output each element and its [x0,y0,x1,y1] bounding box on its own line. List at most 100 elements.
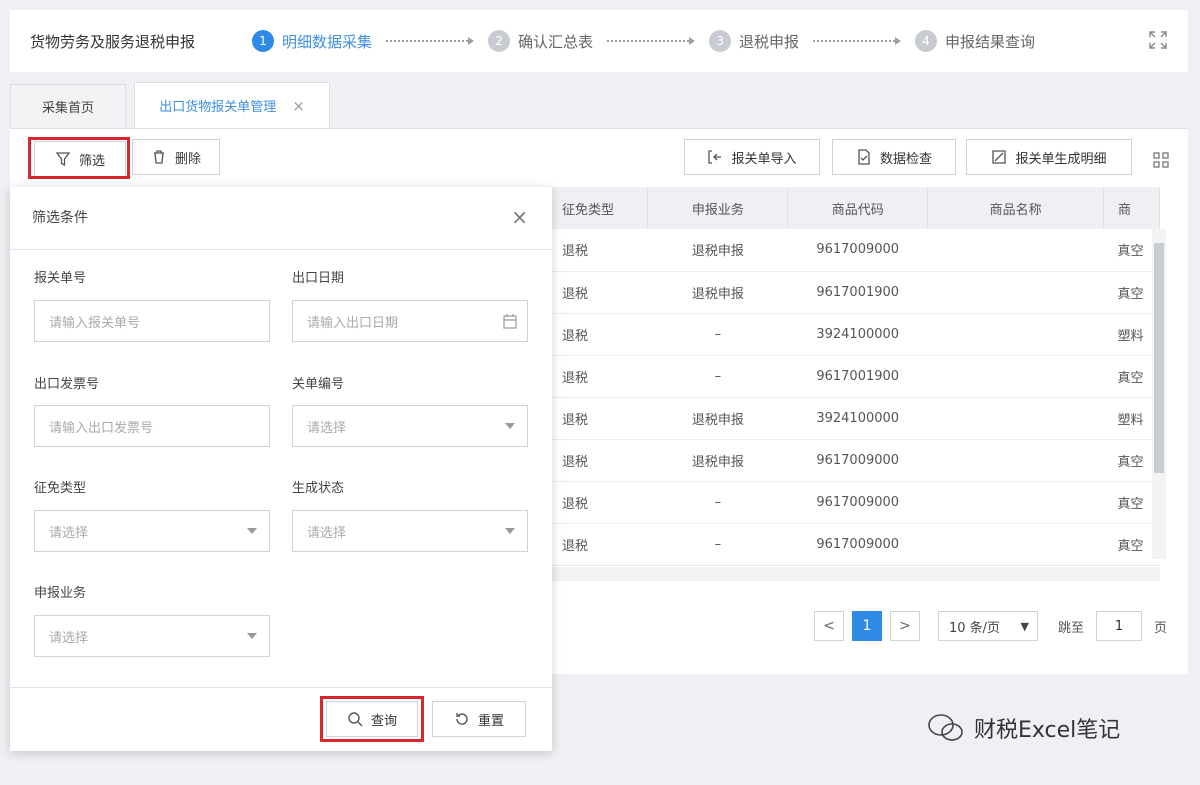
declare-business-placeholder: 请选择 [49,630,89,646]
watermark: 财税Excel笔记 [926,712,1120,744]
chart-icon [992,150,1007,164]
filter-title: 筛选条件 [32,210,88,226]
declaration-no-label: 报关单号 [34,271,87,286]
table-cell: 退税 [548,313,648,356]
caret-down-icon [505,528,515,534]
table-cell: 3924100000 [787,313,928,356]
export-date-input[interactable]: 请输入出口日期 [292,300,528,342]
import-declaration-label: 报关单导入 [731,151,797,167]
declare-business-select[interactable]: 请选择 [34,615,270,657]
exemption-type-label: 征免类型 [34,481,87,496]
tab-collect-home-label: 采集首页 [41,101,94,116]
step-4-label: 申报结果查询 [945,32,1036,51]
page-size-select[interactable]: 10 条/页 ▼ [938,611,1038,641]
step-1[interactable]: 1 明细数据采集 [252,30,372,52]
table-cell: 3924100000 [787,397,928,440]
refresh-icon [456,713,468,725]
table-cell [927,397,1104,440]
export-date-label: 出口日期 [292,271,345,286]
generate-status-label: 生成状态 [292,481,345,496]
table-vertical-scrollbar[interactable] [1152,229,1166,559]
close-icon[interactable]: × [511,205,528,229]
table-cell [927,481,1104,524]
table-cell: – [647,313,788,356]
table-row[interactable]: 退税 – 9617001900 真空 [548,355,1160,398]
table-cell: 退税申报 [647,397,788,440]
calendar-icon[interactable] [503,313,517,329]
step-4[interactable]: 4 申报结果查询 [915,30,1035,52]
table-cell: – [647,481,788,524]
caret-down-icon [505,423,515,429]
filter-button-highlight [28,137,130,179]
column-header[interactable]: 商 [1103,187,1160,229]
fullscreen-icon[interactable] [1148,30,1168,50]
query-button-highlight [320,696,424,742]
jump-page-input[interactable]: 1 [1096,611,1142,641]
tab-customs-declaration[interactable]: 出口货物报关单管理 × [134,82,330,128]
table-cell: 退税 [548,439,648,482]
column-header[interactable]: 申报业务 [647,187,789,229]
delete-button[interactable]: 删除 [132,139,220,175]
customs-code-placeholder: 请选择 [307,420,347,436]
customs-code-select[interactable]: 请选择 [292,405,528,447]
table-cell [927,271,1104,314]
scrollbar-thumb[interactable] [1154,243,1164,473]
data-check-button[interactable]: 数据检查 [832,139,956,175]
table-row[interactable]: 退税 退税申报 9617009000 真空 [548,439,1160,482]
step-3[interactable]: 3 退税申报 [709,30,799,52]
export-date-placeholder: 请输入出口日期 [307,315,399,331]
table-cell: 9617001900 [787,355,928,398]
generate-detail-button[interactable]: 报关单生成明细 [966,139,1132,175]
caret-down-icon [247,633,257,639]
table-horizontal-scrollbar[interactable] [548,567,1160,581]
declaration-no-input[interactable]: 请输入报关单号 [34,300,270,342]
table-cell: 退税 [548,481,648,524]
column-header[interactable]: 商品名称 [927,187,1104,229]
exemption-type-select[interactable]: 请选择 [34,510,270,552]
table-row[interactable]: 退税 – 9617009000 真空 [548,481,1160,524]
step-3-label: 退税申报 [739,32,800,51]
grid-settings-icon[interactable] [1152,151,1170,169]
generate-detail-label: 报关单生成明细 [1015,151,1107,167]
reset-button[interactable]: 重置 [432,701,526,737]
next-page-button[interactable]: > [890,611,920,641]
table-cell: 退税申报 [647,271,788,314]
invoice-no-input[interactable]: 请输入出口发票号 [34,405,270,447]
table-row[interactable]: 退税 – 9617009000 真空 [548,523,1160,566]
table-row[interactable]: 退税 – 3924100000 塑料 [548,313,1160,356]
step-2[interactable]: 2 确认汇总表 [488,30,593,52]
declaration-no-placeholder: 请输入报关单号 [49,315,141,331]
prev-page-button[interactable]: < [814,611,844,641]
reset-button-label: 重置 [477,713,504,729]
table-cell: 9617001900 [787,271,928,314]
watermark-text: 财税Excel笔记 [974,718,1121,743]
column-header[interactable]: 征免类型 [548,187,649,229]
table-header-row: 征免类型 申报业务 商品代码 商品名称 商 [548,187,1160,229]
tab-collect-home[interactable]: 采集首页 [10,84,126,128]
divider [10,249,552,250]
step-4-number: 4 [915,30,938,52]
column-header[interactable]: 商品代码 [787,187,929,229]
step-1-label: 明细数据采集 [282,32,373,51]
generate-status-select[interactable]: 请选择 [292,510,528,552]
step-arrow-icon [607,37,696,45]
jump-suffix: 页 [1154,621,1168,636]
caret-down-icon: ▼ [1020,620,1029,633]
table-row[interactable]: 退税 退税申报 9617001900 真空 [548,271,1160,314]
table-cell: 退税 [548,229,648,272]
page-1-button[interactable]: 1 [852,611,882,641]
table-cell: – [647,523,788,566]
table-row[interactable]: 退税 退税申报 3924100000 塑料 [548,397,1160,440]
step-1-number: 1 [252,30,274,52]
check-document-icon [858,149,870,165]
table-cell: 9617009000 [787,523,928,566]
tab-close-icon[interactable]: × [292,97,305,115]
table-cell: 退税 [548,355,648,398]
table-cell: 退税 [548,397,648,440]
table-cell [927,523,1104,566]
table-cell: 9617009000 [787,439,928,482]
step-2-number: 2 [488,30,511,52]
import-icon [708,150,722,164]
table-row[interactable]: 退税 退税申报 9617009000 真空 [548,229,1160,272]
import-declaration-button[interactable]: 报关单导入 [684,139,820,175]
